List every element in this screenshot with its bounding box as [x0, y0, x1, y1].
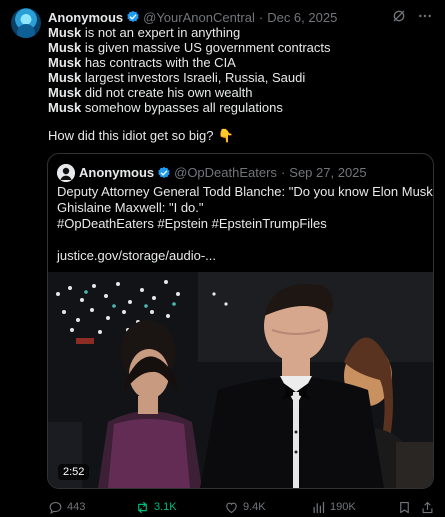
repost-count: 3.1K [154, 501, 177, 513]
top-actions [391, 8, 433, 24]
anonymous-mask-icon [57, 164, 75, 182]
reply-icon [49, 501, 62, 514]
post-date[interactable]: Dec 6, 2025 [267, 10, 337, 25]
more-icon[interactable] [417, 8, 433, 24]
views-button[interactable]: 190K [311, 498, 356, 516]
quoted-tweet[interactable]: Anonymous @OpDeathEaters · Sep 27, 2025 … [47, 153, 434, 489]
like-button[interactable]: 9.4K [224, 498, 266, 516]
views-icon [313, 501, 325, 513]
tweet-text: Musk is not an expert in anything Musk i… [48, 25, 433, 115]
quoted-text-line: Ghislaine Maxwell: "I do." [57, 200, 204, 215]
quoted-author-name[interactable]: Anonymous [79, 165, 154, 180]
bookmark-button[interactable] [397, 498, 412, 516]
quoted-author-handle[interactable]: @OpDeathEaters [174, 165, 277, 180]
text-line: Musk did not create his own wealth [48, 85, 253, 100]
tweet[interactable]: Anonymous @YourAnonCentral · Dec 6, 2025… [0, 0, 445, 517]
text-line: Musk largest investors Israeli, Russia, … [48, 70, 306, 85]
text-line: Musk has contracts with the CIA [48, 55, 236, 70]
video-duration: 2:52 [58, 464, 90, 480]
repost-button[interactable]: 3.1K [135, 498, 177, 516]
question-text: How did this idiot get so big? [48, 128, 214, 143]
author-avatar[interactable] [11, 8, 41, 38]
video-thumbnail [48, 272, 433, 488]
quoted-hashtags[interactable]: #OpDeathEaters #Epstein #EpsteinTrumpFil… [57, 216, 422, 232]
reply-button[interactable]: 443 [48, 498, 85, 516]
quoted-text: Deputy Attorney General Todd Blanche: "D… [57, 184, 434, 264]
share-button[interactable] [420, 498, 435, 516]
tweet-header: Anonymous @YourAnonCentral · Dec 6, 2025 [48, 8, 337, 26]
quoted-text-line: Deputy Attorney General Todd Blanche: "D… [57, 184, 434, 199]
like-count: 9.4K [243, 501, 266, 513]
author-handle[interactable]: @YourAnonCentral [143, 10, 255, 25]
grok-icon[interactable] [391, 8, 407, 24]
views-count: 190K [330, 501, 356, 513]
text-line: Musk somehow bypasses all regulations [48, 100, 283, 115]
bookmark-icon [400, 501, 409, 513]
like-icon [226, 502, 237, 513]
text-line: Musk is given massive US government cont… [48, 40, 331, 55]
action-bar: 443 3.1K 9.4K 190K [48, 498, 434, 516]
verified-badge-icon [127, 10, 139, 23]
tweet-question: How did this idiot get so big? 👇 [48, 128, 234, 143]
reply-count: 443 [67, 501, 86, 513]
quoted-separator: · [280, 165, 286, 180]
pointing-down-emoji: 👇 [217, 128, 234, 143]
video-player[interactable]: 2:52 [48, 272, 433, 488]
share-icon [422, 501, 433, 513]
quoted-date[interactable]: Sep 27, 2025 [289, 165, 366, 180]
header-separator: · [258, 9, 264, 25]
author-name[interactable]: Anonymous [48, 10, 123, 25]
quoted-author-avatar[interactable] [57, 164, 75, 182]
text-line: Musk is not an expert in anything [48, 25, 241, 40]
verified-badge-icon [158, 166, 170, 178]
quoted-link[interactable]: justice.gov/storage/audio-... [57, 248, 422, 264]
repost-icon [138, 501, 147, 513]
quoted-header: Anonymous @OpDeathEaters · Sep 27, 2025 [79, 165, 367, 180]
quoted-text-line [57, 232, 422, 248]
